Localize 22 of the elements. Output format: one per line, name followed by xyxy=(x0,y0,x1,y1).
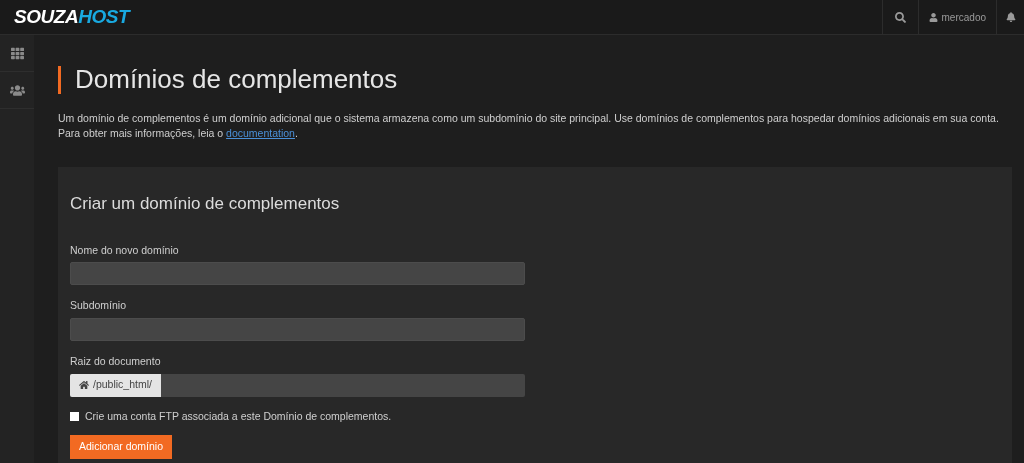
search-icon xyxy=(894,11,906,23)
home-icon xyxy=(79,380,89,391)
logo[interactable]: SOUZAHOST xyxy=(14,2,130,32)
input-field[interactable] xyxy=(70,262,525,286)
users-icon xyxy=(9,82,25,98)
grid-icon xyxy=(10,46,24,60)
input-field[interactable] xyxy=(70,318,525,341)
title-accent xyxy=(58,65,61,94)
form-title: Criar um domínio de complementos xyxy=(70,193,341,215)
user-icon xyxy=(928,12,938,22)
field-label: Raiz do documento xyxy=(70,354,162,369)
path-prefix: /public_html/ xyxy=(70,373,161,397)
field-label: Nome do novo domínio xyxy=(70,242,180,258)
field-label: Subdomínio xyxy=(70,298,128,314)
user-menu[interactable]: mercadoo xyxy=(917,0,996,34)
input-field[interactable]: /public_html/ xyxy=(70,373,525,397)
documentation-link[interactable]: documentation xyxy=(226,127,295,139)
page-description: Um domínio de complementos é um domínio adicional que o sistema armazena como um subdomínio do site principal. Use domínios de complementos para hospedar domínios adicionais em sua conta. Para obter mais informações, leia o documentation. xyxy=(58,111,1000,141)
checkbox-label: Crie uma conta FTP associada a este Domínio de complementos. xyxy=(85,408,392,424)
ftp-checkbox[interactable] xyxy=(70,412,79,422)
page-title: Domínios de complementos xyxy=(75,63,398,96)
bell-icon xyxy=(1005,12,1016,22)
